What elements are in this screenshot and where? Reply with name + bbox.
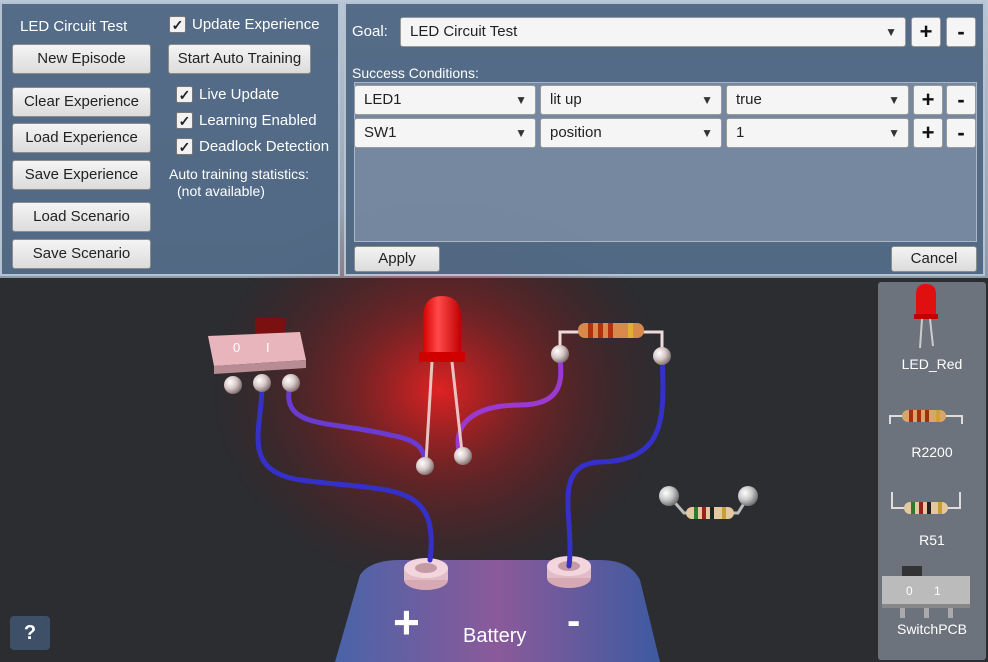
save-scenario-button[interactable]: Save Scenario [12,239,151,269]
condition-object-dropdown[interactable]: SW1 ▼ [354,118,536,148]
update-experience-checkbox[interactable]: ✓ Update Experience [169,16,320,33]
palette-label-switchpcb: SwitchPCB [896,621,968,637]
add-condition-button[interactable]: + [913,118,943,148]
condition-value-dropdown[interactable]: 1 ▼ [726,118,909,148]
battery-label: Battery [463,625,527,647]
live-update-label: Live Update [199,86,280,103]
resistor-icon [889,410,963,424]
apply-button[interactable]: Apply [354,246,440,272]
learning-enabled-checkbox[interactable]: ✓ Learning Enabled [176,112,317,129]
led-red-icon [914,284,938,349]
remove-condition-button[interactable]: - [946,118,976,148]
help-button[interactable]: ? [10,616,50,650]
deadlock-detection-checkbox[interactable]: ✓ Deadlock Detection [176,138,329,155]
condition-object-value: LED1 [364,91,402,108]
palette-item-r2200[interactable]: R2200 [878,402,986,464]
battery-plus-terminal[interactable] [404,558,448,590]
condition-property-value: position [550,124,602,141]
condition-value-dropdown[interactable]: true ▼ [726,85,909,115]
condition-property-value: lit up [550,91,582,108]
palette-item-r51[interactable]: R51 [878,488,986,552]
chevron-down-icon: ▼ [515,126,527,140]
palette-switch-mark-0: 0 [906,584,913,598]
add-condition-button[interactable]: + [913,85,943,115]
condition-object-value: SW1 [364,124,397,141]
remove-condition-button[interactable]: - [946,85,976,115]
condition-object-dropdown[interactable]: LED1 ▼ [354,85,536,115]
palette-label-led-red: LED_Red [901,356,963,372]
battery-plus-sign: + [393,596,420,648]
goal-value: LED Circuit Test [410,23,518,40]
load-scenario-button[interactable]: Load Scenario [12,202,151,232]
palette-label-r2200: R2200 [911,444,953,460]
palette-label-r51: R51 [919,532,945,548]
new-episode-button[interactable]: New Episode [12,44,151,74]
condition-value-value: true [736,91,762,108]
checkmark-icon: ✓ [176,86,193,103]
chevron-down-icon: ▼ [888,93,900,107]
load-experience-button[interactable]: Load Experience [12,123,151,153]
scenario-title: LED Circuit Test [20,18,128,35]
checkmark-icon: ✓ [176,112,193,129]
auto-training-stats-label: Auto training statistics: [169,166,310,182]
condition-property-dropdown[interactable]: lit up ▼ [540,85,722,115]
chevron-down-icon: ▼ [701,93,713,107]
cancel-button[interactable]: Cancel [891,246,977,272]
live-update-checkbox[interactable]: ✓ Live Update [176,86,279,103]
condition-property-dropdown[interactable]: position ▼ [540,118,722,148]
auto-training-stats-value: (not available) [177,183,265,199]
chevron-down-icon: ▼ [701,126,713,140]
resistor-icon [891,492,961,514]
palette-switch-mark-1: 1 [934,584,941,598]
condition-value-value: 1 [736,124,745,141]
start-auto-training-button[interactable]: Start Auto Training [168,44,311,74]
switch-mark-0: 0 [233,340,240,355]
remove-goal-button[interactable]: - [946,17,976,47]
checkmark-icon: ✓ [169,16,186,33]
deadlock-detection-label: Deadlock Detection [199,138,330,155]
switch-mark-1: I [266,340,270,355]
switch-icon: 0 1 [882,566,970,618]
save-experience-button[interactable]: Save Experience [12,160,151,190]
palette-item-switchpcb[interactable]: 0 1 SwitchPCB [878,564,986,644]
experience-panel: LED Circuit Test New Episode Clear Exper… [0,2,340,276]
chevron-down-icon: ▼ [885,25,897,39]
learning-enabled-label: Learning Enabled [199,112,317,129]
checkmark-icon: ✓ [176,138,193,155]
goal-dropdown[interactable]: LED Circuit Test ▼ [400,17,906,47]
goal-panel: Goal: LED Circuit Test ▼ + - Success Con… [344,2,985,276]
component-palette: LED_Red R2200 R51 0 1 SwitchPCB [878,282,986,660]
palette-item-led-red[interactable]: LED_Red [878,282,986,372]
battery-minus-sign: - [567,599,580,643]
chevron-down-icon: ▼ [515,93,527,107]
chevron-down-icon: ▼ [888,126,900,140]
goal-label: Goal: [352,23,388,40]
update-experience-label: Update Experience [192,16,320,33]
success-conditions-label: Success Conditions: [352,65,479,81]
add-goal-button[interactable]: + [911,17,941,47]
clear-experience-button[interactable]: Clear Experience [12,87,151,117]
